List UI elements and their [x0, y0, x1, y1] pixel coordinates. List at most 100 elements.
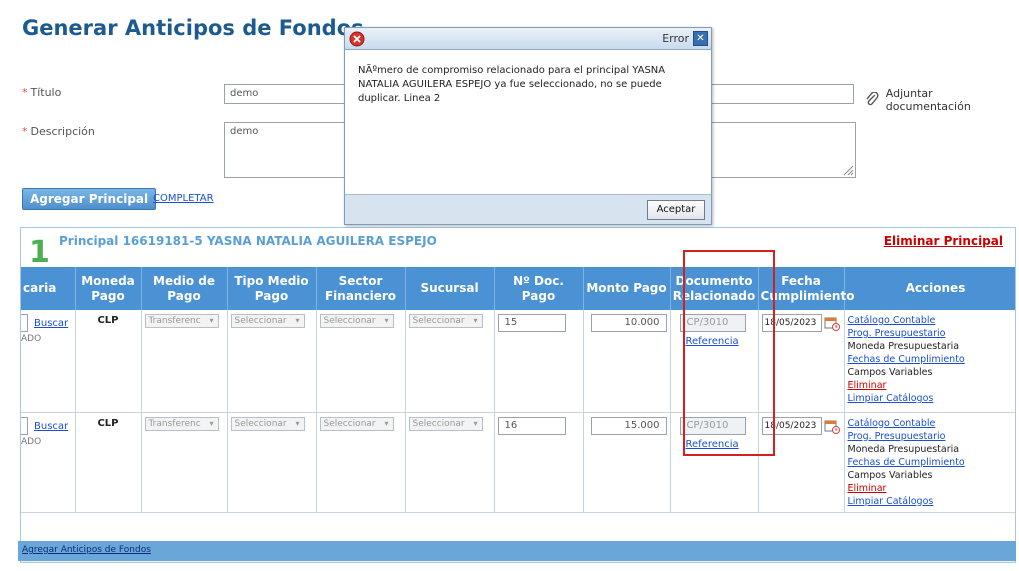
campos-variables-text: Campos Variables [847, 367, 933, 378]
ado-text: ADO [21, 436, 42, 447]
doc-pago-input[interactable]: 15 [497, 314, 566, 332]
sector-value: Seleccionar [323, 316, 376, 326]
table-row: Buscar ADO CLP Transferenc ▾ Seleccionar ▾ … [21, 412, 1016, 513]
prog-presupuestario-link[interactable]: Prog. Presupuestario [848, 327, 1016, 340]
tipo-medio-select[interactable]: Seleccionar ▾ [230, 416, 305, 431]
calendar-icon[interactable] [824, 315, 840, 331]
col-header: Acciones [844, 267, 1015, 310]
descripcion-label: * Descripción [22, 125, 95, 138]
doc-rel-cell: CP/3010 Referencia [670, 310, 759, 413]
principal-number: 1 [29, 235, 50, 270]
dialog-titlebar: Error ✕ [345, 28, 711, 50]
col-header: Documento Relacionado [670, 267, 759, 310]
eliminar-principal-link[interactable]: Eliminar Principal [884, 234, 1003, 248]
agregar-principal-button[interactable]: Agregar Principal [22, 188, 157, 210]
col-header: Monto Pago [583, 267, 671, 310]
medio-pago-select[interactable]: Transferenc ▾ [144, 314, 219, 328]
moneda-value: CLP [97, 315, 119, 326]
table-header-row: caria Moneda Pago Medio de Pago Tipo Med… [21, 267, 1015, 310]
sucursal-select[interactable]: Seleccionar ▾ [408, 416, 483, 431]
sucursal-select[interactable]: Seleccionar ▾ [408, 314, 483, 328]
chevron-down-icon: ▾ [209, 418, 214, 428]
medio-cell: Transferenc ▾ [141, 412, 228, 513]
buscar-cell: Buscar ADO [21, 412, 76, 513]
fechas-cumplimiento-link[interactable]: Fechas de Cumplimiento [848, 456, 1016, 469]
medio-pago-select[interactable]: Transferenc ▾ [144, 416, 219, 431]
footer-bar: Agregar Anticipos de Fondos [18, 541, 1016, 561]
doc-cell: 16 [494, 412, 584, 513]
dialog-footer: Aceptar [345, 194, 711, 224]
fecha-input[interactable]: 18/05/2023 [761, 416, 822, 435]
fecha-input[interactable]: 18/05/2023 [761, 314, 822, 332]
principal-title: Principal 16619181-5 YASNA NATALIA AGUIL… [59, 234, 437, 248]
titulo-label: * Título [22, 86, 62, 99]
col-header: Tipo Medio Pago [227, 267, 317, 310]
monto-cell: 15.000 [583, 412, 671, 513]
sector-select[interactable]: Seleccionar ▾ [319, 314, 394, 328]
moneda-cell: CLP [75, 412, 142, 513]
fecha-cell: 18/05/2023 [758, 310, 845, 413]
agregar-anticipos-link[interactable]: Agregar Anticipos de Fondos [22, 545, 151, 555]
sucursal-cell: Seleccionar ▾ [405, 310, 495, 413]
calendar-icon[interactable] [824, 418, 840, 434]
col-header: Moneda Pago [75, 267, 142, 310]
medio-pago-value: Transferenc [148, 316, 201, 326]
resize-grip-icon[interactable] [842, 164, 854, 176]
tipo-cell: Seleccionar ▾ [227, 412, 317, 513]
cuenta-input[interactable] [21, 314, 28, 332]
table-row: Buscar ADO CLP Transferenc ▾ Seleccionar ▾ … [21, 310, 1016, 413]
sucursal-cell: Seleccionar ▾ [405, 412, 495, 513]
completar-link[interactable]: COMPLETAR [153, 193, 214, 204]
descripcion-label-text: Descripción [30, 125, 95, 138]
col-header: Fecha Cumplimiento [758, 267, 854, 310]
buscar-link[interactable]: Buscar [34, 318, 68, 329]
chevron-down-icon: ▾ [384, 418, 389, 428]
col-header: Medio de Pago [141, 267, 228, 310]
fechas-cumplimiento-link[interactable]: Fechas de Cumplimiento [848, 353, 1016, 366]
cuenta-input[interactable] [21, 416, 28, 435]
monto-cell: 10.000 [583, 310, 671, 413]
referencia-link[interactable]: Referencia [686, 336, 755, 347]
moneda-presupuestaria-text: Moneda Presupuestaria [847, 341, 960, 352]
referencia-link[interactable]: Referencia [686, 439, 755, 450]
buscar-cell: Buscar ADO [21, 310, 76, 413]
tipo-cell: Seleccionar ▾ [227, 310, 317, 413]
acciones-cell: Catálogo Contable Prog. Presupuestario M… [844, 310, 1016, 413]
eliminar-link[interactable]: Eliminar [848, 379, 1016, 392]
chevron-down-icon: ▾ [473, 418, 478, 428]
doc-relacionado-input: CP/3010 [679, 314, 746, 332]
sector-cell: Seleccionar ▾ [316, 310, 406, 413]
col-header: caria [21, 267, 76, 310]
medio-pago-value: Transferenc [148, 418, 201, 429]
principal-panel: 1 Principal 16619181-5 YASNA NATALIA AGU… [20, 227, 1016, 563]
catalogo-contable-link[interactable]: Catálogo Contable [848, 417, 1016, 430]
chevron-down-icon: ▾ [473, 316, 478, 325]
limpiar-catalogos-link[interactable]: Limpiar Catálogos [848, 495, 1016, 508]
limpiar-catalogos-link[interactable]: Limpiar Catálogos [848, 392, 1016, 405]
catalogo-contable-link[interactable]: Catálogo Contable [848, 314, 1016, 327]
chevron-down-icon: ▾ [384, 316, 389, 325]
error-icon [349, 31, 365, 47]
attach-documentation-link[interactable]: Adjuntar documentación [864, 87, 1019, 113]
chevron-down-icon: ▾ [295, 418, 300, 428]
doc-cell: 15 [494, 310, 584, 413]
aceptar-button[interactable]: Aceptar [647, 200, 705, 220]
buscar-link[interactable]: Buscar [34, 421, 68, 432]
monto-pago-input[interactable]: 15.000 [590, 416, 667, 435]
tipo-medio-value: Seleccionar [234, 316, 287, 326]
moneda-cell: CLP [75, 310, 142, 413]
chevron-down-icon: ▾ [209, 316, 214, 325]
payments-table: caria Moneda Pago Medio de Pago Tipo Med… [21, 267, 1016, 513]
prog-presupuestario-link[interactable]: Prog. Presupuestario [848, 430, 1016, 443]
medio-cell: Transferenc ▾ [141, 310, 228, 413]
dialog-title: Error [662, 32, 689, 45]
sucursal-value: Seleccionar [412, 418, 465, 429]
eliminar-link[interactable]: Eliminar [848, 482, 1016, 495]
tipo-medio-value: Seleccionar [234, 418, 287, 429]
page-title: Generar Anticipos de Fondos [22, 16, 364, 40]
sector-select[interactable]: Seleccionar ▾ [319, 416, 394, 431]
doc-pago-input[interactable]: 16 [497, 416, 566, 435]
tipo-medio-select[interactable]: Seleccionar ▾ [230, 314, 305, 328]
close-icon[interactable]: ✕ [693, 31, 708, 46]
monto-pago-input[interactable]: 10.000 [590, 314, 667, 332]
